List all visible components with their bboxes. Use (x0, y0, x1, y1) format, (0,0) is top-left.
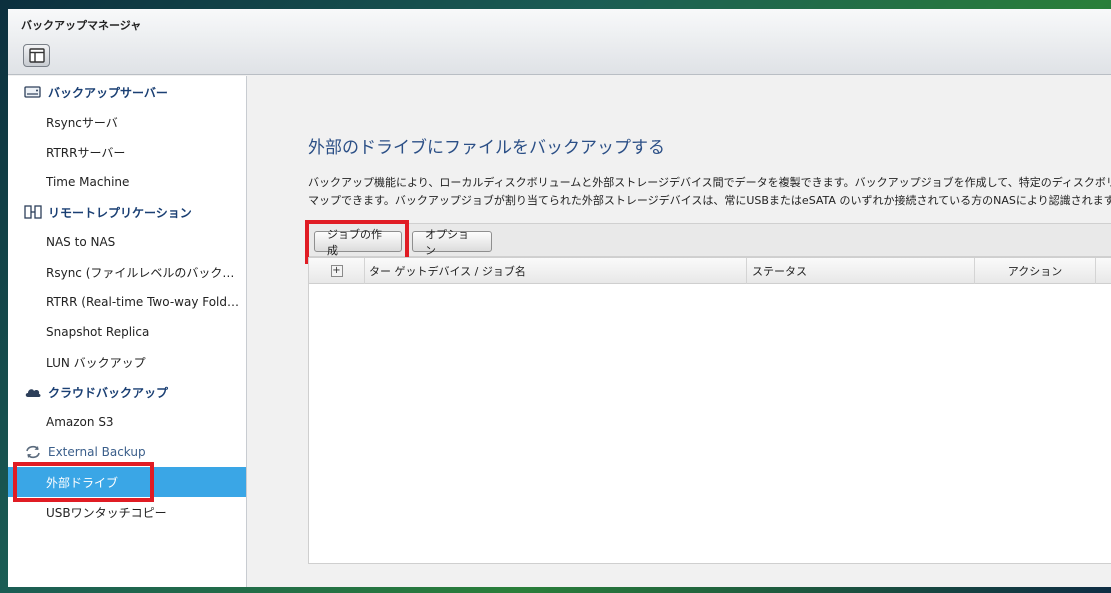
description-line-2: マップできます。バックアップジョブが割り当てられた外部ストレージデバイスは、常に… (308, 194, 1111, 207)
options-button[interactable]: オプション (412, 228, 492, 257)
sidebar-group-remote-replication[interactable]: リモートレプリケーション (8, 197, 246, 227)
cloud-icon (24, 385, 42, 399)
column-action[interactable]: アクション (975, 258, 1096, 284)
replication-icon (24, 205, 42, 219)
panel-toggle-icon (29, 48, 45, 63)
sidebar-item-lun-backup[interactable]: LUN バックアップ (8, 347, 246, 377)
sidebar-item-rtrr-server[interactable]: RTRRサーバー (8, 137, 246, 167)
sidebar: バックアップサーバー Rsyncサーバ RTRRサーバー Time Machin… (8, 76, 247, 587)
job-table: + ター ゲットデバイス / ジョブ名 ステータス アクション (308, 257, 1111, 564)
main-content: 外部のドライブにファイルをバックアップする バックアップ機能により、ローカルディ… (248, 76, 1111, 587)
sidebar-item-usb-one-touch-copy[interactable]: USBワンタッチコピー (8, 497, 246, 527)
sidebar-item-external-drive[interactable]: 外部ドライブ (8, 467, 246, 497)
sidebar-item-rsync-server[interactable]: Rsyncサーバ (8, 107, 246, 137)
sidebar-item-rtrr[interactable]: RTRR (Real-time Two-way Folder Sync) (8, 287, 246, 317)
sidebar-group-external-backup[interactable]: External Backup (8, 437, 246, 467)
sidebar-item-amazon-s3[interactable]: Amazon S3 (8, 407, 246, 437)
job-toolbar: ジョブの作成 オプション (308, 223, 1111, 257)
sidebar-item-rsync-file-level[interactable]: Rsync (ファイルレベルのバックアップ) (8, 257, 246, 287)
column-status[interactable]: ステータス (747, 258, 975, 284)
sidebar-item-nas-to-nas[interactable]: NAS to NAS (8, 227, 246, 257)
sidebar-item-snapshot-replica[interactable]: Snapshot Replica (8, 317, 246, 347)
plus-expand-icon[interactable]: + (330, 265, 343, 277)
table-header: + ター ゲットデバイス / ジョブ名 ステータス アクション (309, 258, 1111, 284)
expand-column: + (309, 258, 365, 284)
sidebar-item-time-machine[interactable]: Time Machine (8, 167, 246, 197)
sync-arrows-icon (24, 445, 42, 459)
sidebar-group-cloud-backup[interactable]: クラウドバックアップ (8, 377, 246, 407)
server-icon (24, 85, 42, 99)
sidebar-group-backup-server[interactable]: バックアップサーバー (8, 77, 246, 107)
page-title: 外部のドライブにファイルをバックアップする (308, 138, 665, 158)
column-target-device[interactable]: ター ゲットデバイス / ジョブ名 (365, 258, 747, 284)
app-title: バックアップマネージャ (21, 19, 142, 32)
panel-toggle-button[interactable] (23, 44, 50, 67)
description-line-1: バックアップ機能により、ローカルディスクボリュームと外部ストレージデバイス間でデ… (308, 176, 1111, 189)
backup-manager-window: バックアップマネージャ バックアップサーバー Rsyncサーバ RTRRサーバー… (8, 9, 1111, 587)
title-bar: バックアップマネージャ (8, 9, 1111, 75)
description: バックアップ機能により、ローカルディスクボリュームと外部ストレージデバイス間でデ… (308, 174, 1111, 210)
create-job-button[interactable]: ジョブの作成 (314, 228, 402, 257)
